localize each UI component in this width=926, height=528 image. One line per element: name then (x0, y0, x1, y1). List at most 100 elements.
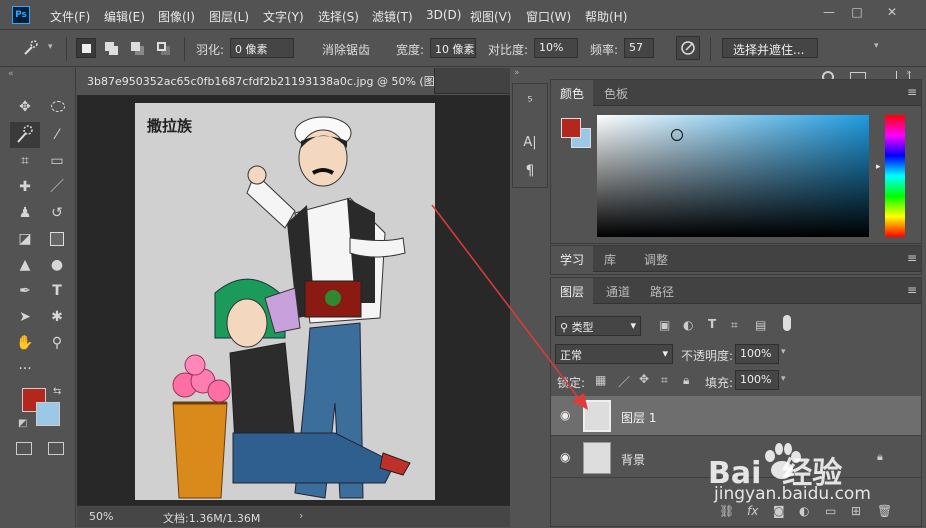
panel-foreground-swatch[interactable] (561, 118, 581, 138)
lock-image-icon[interactable]: ／ (618, 373, 630, 390)
visibility-eye-icon[interactable]: ◉ (560, 408, 570, 422)
width-input[interactable]: 10 像素 (430, 38, 476, 58)
brush-tool-icon[interactable]: ／ (46, 176, 68, 198)
menu-select[interactable]: 选择(S) (318, 8, 359, 25)
marquee-tool-icon[interactable] (46, 96, 68, 118)
blend-mode-select[interactable]: 正常 ▾ (555, 344, 673, 364)
swap-colors-icon[interactable]: ⇆ (53, 386, 61, 397)
stylus-pressure-icon[interactable] (676, 36, 700, 60)
layer-filter-kind-select[interactable]: ⚲ 类型 ▾ (555, 316, 641, 336)
fill-dropdown-arrow-icon[interactable]: ▾ (781, 374, 786, 384)
filter-smart-object-icon[interactable]: ▤ (755, 318, 766, 332)
clone-stamp-tool-icon[interactable]: ♟ (14, 202, 36, 224)
add-to-selection-button[interactable] (102, 38, 122, 58)
canvas-area[interactable]: 撒拉族 (77, 95, 510, 505)
workspace-dropdown-arrow-icon[interactable]: ▾ (874, 41, 879, 51)
hue-slider[interactable] (885, 115, 905, 237)
fill-input[interactable]: 100% (735, 370, 779, 390)
zoom-level[interactable]: 50% (89, 510, 113, 523)
collapse-toolbox-icon[interactable]: « (8, 69, 14, 79)
feather-input[interactable]: 0 像素 (230, 38, 294, 58)
filter-pixel-icon[interactable]: ▣ (659, 318, 670, 332)
color-picker-field[interactable] (597, 115, 869, 237)
filter-shape-icon[interactable]: ⌗ (731, 318, 738, 333)
quick-selection-tool-preset-icon[interactable] (20, 38, 42, 60)
maximize-button[interactable]: □ (845, 3, 869, 21)
document-tab[interactable]: 3b87e950352ac65c0fb1687cfdf2b21193138a0c… (77, 68, 435, 94)
new-adjustment-layer-icon[interactable]: ◐ (799, 504, 809, 518)
paragraph-panel-icon[interactable]: ¶ (519, 160, 541, 182)
tab-channels[interactable]: 通道 (597, 278, 639, 304)
document-canvas[interactable]: 撒拉族 (135, 103, 435, 500)
blur-tool-icon[interactable]: ▲ (14, 254, 36, 276)
hue-slider-marker-icon[interactable]: ▸ (876, 162, 881, 172)
menu-image[interactable]: 图像(I) (158, 8, 195, 25)
opacity-input[interactable]: 100% (735, 344, 779, 364)
menu-3d[interactable]: 3D(D) (426, 8, 461, 22)
tab-color[interactable]: 颜色 (551, 80, 594, 106)
new-group-icon[interactable]: ▭ (825, 504, 836, 518)
lock-position-icon[interactable]: ✥ (639, 372, 649, 386)
screen-mode-icon[interactable] (48, 442, 64, 455)
layer-row-background[interactable]: ◉ 背景 🔒︎ (551, 438, 921, 478)
quick-mask-icon[interactable] (16, 442, 32, 455)
ruler-tool-icon[interactable]: ▭ (46, 150, 68, 172)
move-tool-icon[interactable]: ✥ (14, 96, 36, 118)
collapse-mini-panel-icon[interactable]: » (514, 68, 520, 78)
character-panel-icon[interactable]: A| (519, 132, 541, 154)
new-selection-button[interactable] (76, 38, 96, 58)
dodge-tool-icon[interactable]: ● (46, 254, 68, 276)
background-color-swatch[interactable] (36, 402, 60, 426)
quick-selection-tool-icon[interactable] (10, 122, 40, 148)
layers-panel-menu-icon[interactable]: ≡ (907, 283, 917, 297)
layer-name[interactable]: 背景 (621, 451, 645, 468)
collapse-right-panels-icon[interactable]: » (906, 68, 912, 78)
learn-panel-menu-icon[interactable]: ≡ (907, 251, 917, 265)
visibility-eye-icon[interactable]: ◉ (560, 450, 570, 464)
frequency-input[interactable]: 57 (624, 38, 654, 58)
select-and-mask-button[interactable]: 选择并遮住... (722, 38, 818, 58)
menu-filter[interactable]: 滤镜(T) (372, 8, 413, 25)
zoom-tool-icon[interactable]: ⚲ (46, 332, 68, 354)
minimize-button[interactable]: — (817, 3, 841, 21)
add-mask-icon[interactable]: ◙ (773, 504, 785, 518)
preset-dropdown-arrow-icon[interactable]: ▾ (48, 42, 53, 52)
lock-transparent-icon[interactable]: ▦ (595, 373, 606, 387)
default-colors-icon[interactable]: ◩ (18, 418, 27, 429)
magic-wand-tool-icon[interactable]: ⁄ (46, 124, 68, 146)
delete-layer-icon[interactable]: 🗑︎ (877, 504, 892, 518)
contrast-input[interactable]: 10% (534, 38, 578, 58)
filter-toggle-switch[interactable] (783, 315, 791, 331)
layer-style-icon[interactable]: fx (747, 504, 758, 518)
menu-layer[interactable]: 图层(L) (209, 8, 249, 25)
tab-adjustments[interactable]: 调整 (635, 246, 677, 272)
status-menu-arrow-icon[interactable]: › (299, 509, 303, 522)
history-brush-tool-icon[interactable]: ↺ (46, 202, 68, 224)
pen-tool-icon[interactable]: ✒ (14, 280, 36, 302)
crop-tool-icon[interactable]: ⌗ (14, 150, 36, 172)
close-button[interactable]: ✕ (880, 3, 904, 21)
tab-libraries[interactable]: 库 (595, 246, 625, 272)
type-tool-icon[interactable]: T (46, 280, 68, 302)
menu-help[interactable]: 帮助(H) (585, 8, 627, 25)
filter-type-icon[interactable]: T (708, 317, 716, 331)
filter-adjustment-icon[interactable]: ◐ (683, 318, 693, 332)
tab-swatches[interactable]: 色板 (595, 80, 637, 106)
intersect-selection-button[interactable] (154, 38, 174, 58)
healing-brush-tool-icon[interactable]: ✚ (14, 176, 36, 198)
link-layers-icon[interactable]: ⛓ (719, 504, 734, 518)
edit-toolbar-icon[interactable]: ··· (14, 358, 36, 380)
subtract-selection-button[interactable] (128, 38, 148, 58)
color-picker-handle[interactable] (671, 129, 683, 141)
eraser-tool-icon[interactable]: ◪ (14, 228, 36, 250)
menu-window[interactable]: 窗口(W) (526, 8, 571, 25)
custom-shape-tool-icon[interactable]: ✱ (46, 306, 68, 328)
lock-artboard-icon[interactable]: ⌗ (661, 373, 668, 388)
history-panel-icon[interactable]: ⁵ (519, 92, 541, 114)
menu-view[interactable]: 视图(V) (470, 8, 512, 25)
menu-type[interactable]: 文字(Y) (263, 8, 304, 25)
color-panel-menu-icon[interactable]: ≡ (907, 85, 917, 99)
menu-file[interactable]: 文件(F) (50, 8, 90, 25)
opacity-dropdown-arrow-icon[interactable]: ▾ (781, 347, 786, 357)
gradient-tool-icon[interactable] (46, 228, 68, 250)
